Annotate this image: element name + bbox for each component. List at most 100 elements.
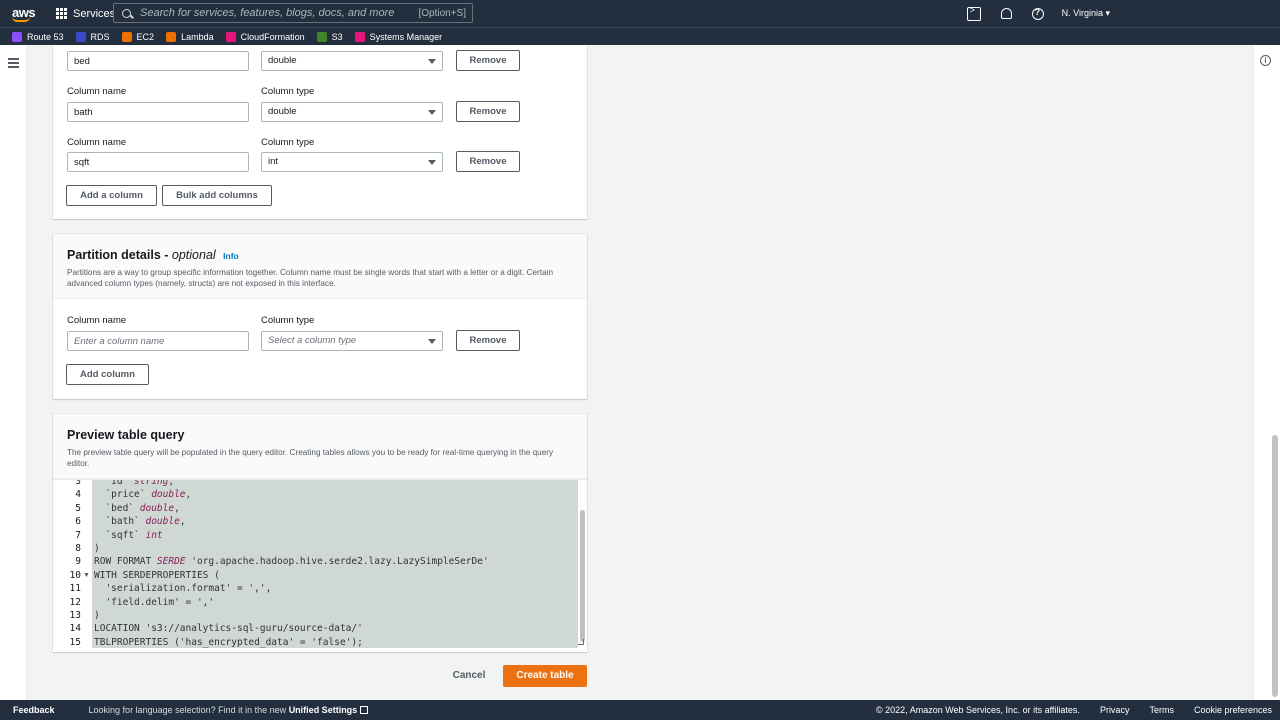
left-rail xyxy=(0,45,27,700)
favorite-item[interactable]: S3 xyxy=(316,31,343,42)
cookie-preferences-link[interactable]: Cookie preferences xyxy=(1194,705,1272,715)
line-number: 10 xyxy=(69,569,81,581)
unified-settings-link[interactable]: Unified Settings xyxy=(289,705,358,715)
resize-handle[interactable] xyxy=(578,639,584,645)
code-line: `sqft` int xyxy=(94,529,163,541)
preview-header: Preview table query The preview table qu… xyxy=(53,414,587,479)
remove-column-button[interactable]: Remove xyxy=(456,50,520,71)
bulk-add-columns-button[interactable]: Bulk add columns xyxy=(162,185,272,206)
region-selector[interactable]: N. Virginia ▾ xyxy=(1062,8,1110,19)
remove-column-button[interactable]: Remove xyxy=(456,101,520,122)
code-area[interactable]: `id` string, `price` double, `bed` doubl… xyxy=(92,480,578,648)
fold-toggle-icon[interactable]: ▼ xyxy=(83,569,90,582)
partition-column-type-select[interactable]: Select a column type xyxy=(261,331,443,351)
service-icon xyxy=(121,31,132,42)
preview-description: The preview table query will be populate… xyxy=(67,448,554,468)
partition-header: Partition details - optional Info Partit… xyxy=(53,234,587,299)
line-number: 13 xyxy=(69,610,81,621)
line-number: 14 xyxy=(69,623,81,635)
chevron-down-icon xyxy=(428,160,436,165)
page-scrollbar[interactable] xyxy=(1272,435,1278,697)
partition-column-name-input[interactable] xyxy=(67,331,249,351)
line-number: 11 xyxy=(69,583,81,595)
line-number: 6 xyxy=(75,516,81,528)
code-line: `bath` double, xyxy=(94,516,186,528)
search-icon xyxy=(122,8,131,18)
chevron-down-icon xyxy=(428,59,436,64)
partition-description: Partitions are a way to group specific i… xyxy=(67,268,554,288)
column-name-label: Column name xyxy=(67,137,127,148)
favorite-item[interactable]: EC2 xyxy=(121,31,154,42)
column-type-label: Column type xyxy=(261,137,315,148)
service-icon xyxy=(316,31,327,42)
search-shortcut: [Option+S] xyxy=(418,7,466,19)
favorite-item[interactable]: RDS xyxy=(75,31,110,42)
favorite-item[interactable]: Route 53 xyxy=(12,31,64,42)
partition-column-name-label: Column name xyxy=(67,315,127,326)
global-search[interactable]: [Option+S] xyxy=(113,3,473,23)
language-notice: Looking for language selection? Find it … xyxy=(89,705,369,715)
code-line: ) xyxy=(94,610,100,621)
copyright: © 2022, Amazon Web Services, Inc. or its… xyxy=(876,705,1080,715)
partition-remove-button[interactable]: Remove xyxy=(456,330,520,351)
favorite-item[interactable]: CloudFormation xyxy=(225,31,305,42)
column-type-select-bed[interactable]: double xyxy=(261,51,443,71)
privacy-link[interactable]: Privacy xyxy=(1100,705,1130,715)
add-a-column-button[interactable]: Add a column xyxy=(66,185,157,206)
column-name-input-bath[interactable] xyxy=(67,102,249,122)
query-code-editor[interactable]: 3 4 5 6 7 8 9 10 ▼ 11 12 13 14 15 `id` string, `price… xyxy=(53,479,587,651)
line-number: 15 xyxy=(69,636,81,648)
info-link[interactable]: Info xyxy=(223,251,239,261)
line-number: 5 xyxy=(75,502,81,514)
add-partition-column-button[interactable]: Add column xyxy=(66,364,149,385)
top-navigation: aws Services [Option+S] N. Virginia ▾ xyxy=(0,0,1280,27)
cancel-button[interactable]: Cancel xyxy=(446,665,492,687)
column-type-select-sqft[interactable]: int xyxy=(261,152,443,172)
help-icon[interactable] xyxy=(1031,7,1044,20)
grid-icon xyxy=(56,8,67,19)
column-name-input-bed[interactable] xyxy=(67,51,249,71)
service-icon xyxy=(12,31,22,42)
partition-title: Partition details - optional Info xyxy=(67,248,239,262)
code-line: ROW FORMAT SERDE 'org.apache.hadoop.hive… xyxy=(94,556,489,568)
footer: Feedback Looking for language selection?… xyxy=(0,700,1280,720)
chevron-down-icon xyxy=(428,110,436,115)
notifications-bell-icon[interactable] xyxy=(1000,8,1012,19)
service-icon xyxy=(225,31,236,42)
favorite-item[interactable]: Systems Manager xyxy=(354,31,442,42)
external-link-icon xyxy=(360,706,369,714)
services-menu-button[interactable]: Services xyxy=(56,8,115,20)
code-line: `bed` double, xyxy=(94,502,180,514)
code-line: ) xyxy=(94,543,100,554)
partition-details-panel: Partition details - optional Info Partit… xyxy=(53,234,587,399)
line-number-gutter: 3 4 5 6 7 8 9 10 ▼ 11 12 13 14 15 xyxy=(53,480,92,651)
line-number: 7 xyxy=(75,529,81,541)
service-icon xyxy=(354,31,365,42)
code-line: `id` string, xyxy=(94,479,175,487)
line-number: 3 xyxy=(75,479,81,487)
editor-scroll-thumb[interactable] xyxy=(580,510,585,642)
code-line: `price` double, xyxy=(94,489,192,501)
search-input[interactable] xyxy=(140,7,400,19)
column-name-input-sqft[interactable] xyxy=(67,152,249,172)
menu-icon[interactable] xyxy=(8,58,19,70)
cloudshell-icon[interactable] xyxy=(966,5,981,21)
column-name-label: Column name xyxy=(67,86,127,97)
service-icon xyxy=(166,31,177,42)
line-number: 9 xyxy=(75,556,81,568)
aws-logo[interactable]: aws xyxy=(10,4,46,24)
favorites-bar: Route 53 RDS EC2 Lambda CloudFormation S3 Syst… xyxy=(0,27,1280,45)
code-line: 'serialization.format' = ',', xyxy=(94,583,272,595)
columns-panel: double Remove Column name Column type do… xyxy=(53,45,587,219)
terms-link[interactable]: Terms xyxy=(1149,705,1174,715)
create-table-button[interactable]: Create table xyxy=(503,665,587,687)
remove-column-button[interactable]: Remove xyxy=(456,151,520,172)
feedback-link[interactable]: Feedback xyxy=(13,705,55,715)
editor-scrollbar[interactable] xyxy=(578,480,587,651)
service-icon xyxy=(75,31,86,42)
favorite-item[interactable]: Lambda xyxy=(166,31,214,42)
column-type-select-bath[interactable]: double xyxy=(261,102,443,122)
info-panel-icon[interactable]: i xyxy=(1260,55,1271,66)
line-number: 8 xyxy=(75,543,81,554)
line-number: 12 xyxy=(69,596,81,608)
